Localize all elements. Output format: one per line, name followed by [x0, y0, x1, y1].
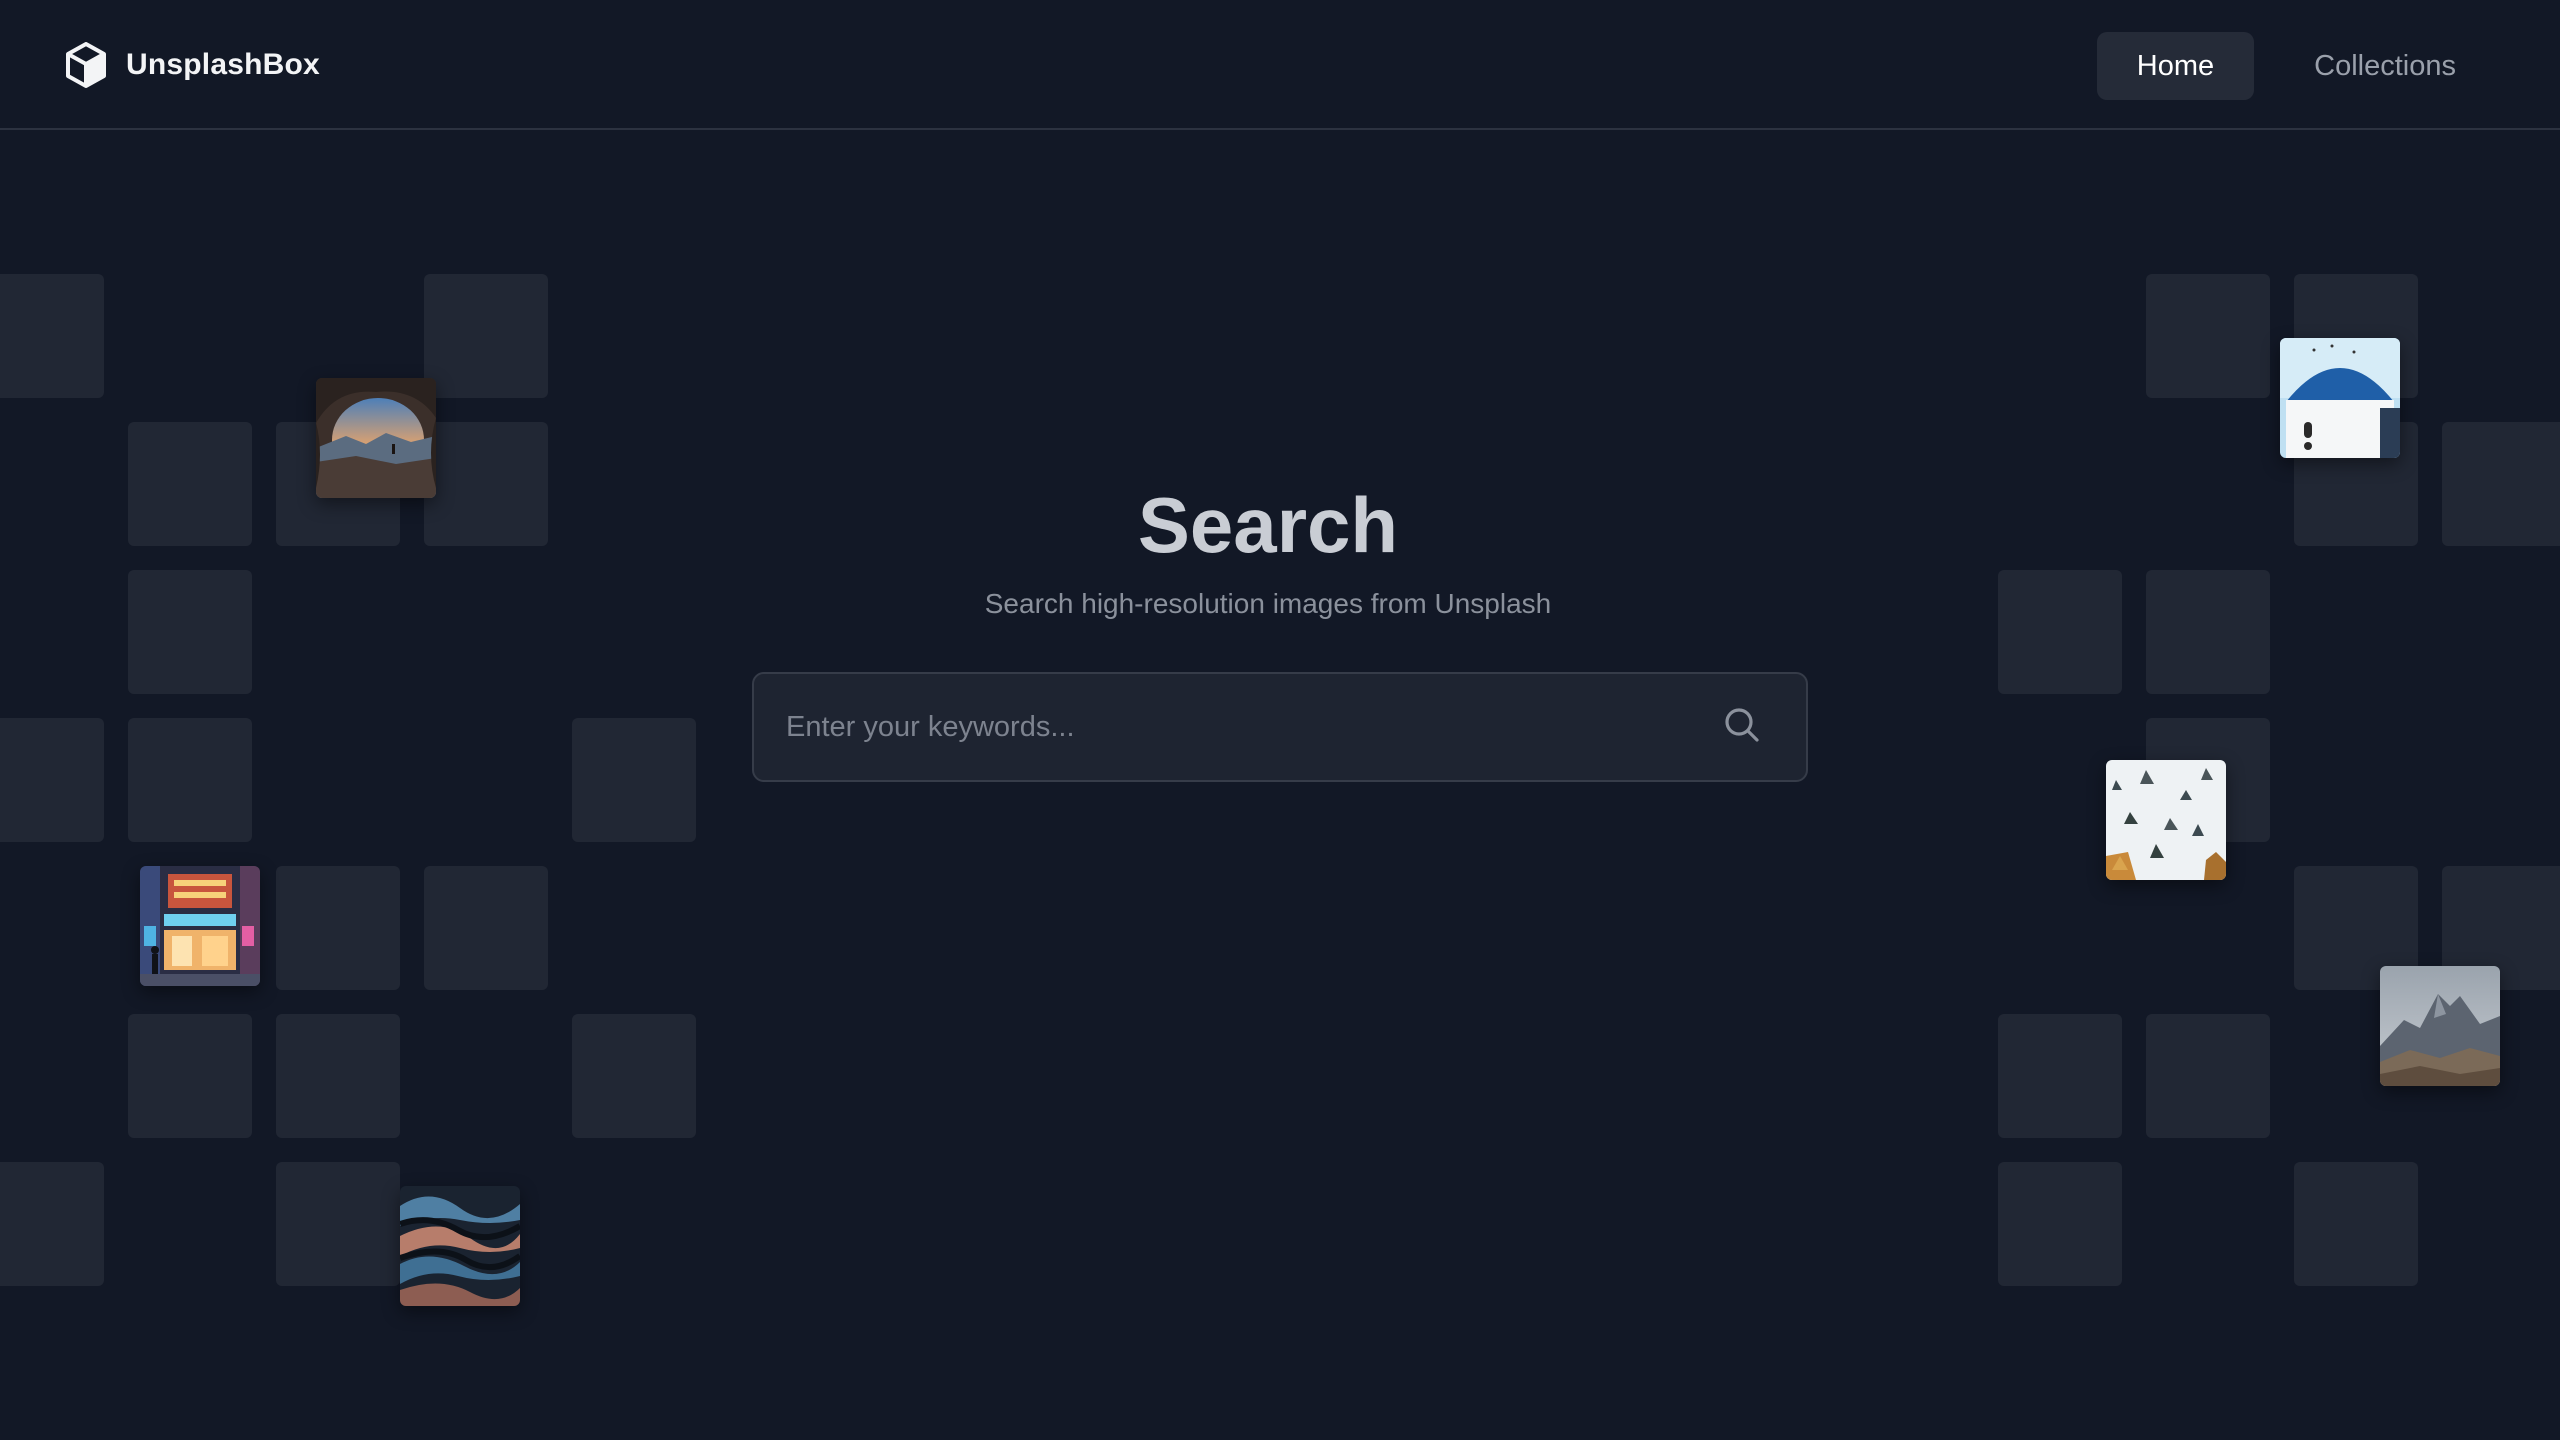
page-title: Search [1137, 481, 1399, 569]
placeholder-tile [424, 274, 548, 398]
nav-home-link[interactable]: Home [2096, 32, 2255, 100]
top-navigation-bar: UnsplashBox Home Collections [0, 0, 2560, 130]
placeholder-tile [2146, 718, 2270, 842]
placeholder-tile [2442, 866, 2560, 990]
search-input[interactable] [754, 674, 1702, 780]
placeholder-tile [1998, 1162, 2122, 1286]
photo-blue-dome [2280, 338, 2400, 458]
brand-logo[interactable]: UnsplashBox [64, 40, 320, 90]
placeholder-tile [2146, 274, 2270, 398]
placeholder-tile [1998, 1014, 2122, 1138]
placeholder-tile [424, 866, 548, 990]
page-subtitle: Search high-resolution images from Unspl… [984, 588, 1552, 619]
placeholder-tile [0, 718, 104, 842]
search-icon [1722, 705, 1762, 750]
placeholder-tile [2294, 274, 2418, 398]
search-bar [752, 672, 1808, 782]
placeholder-tile [572, 718, 696, 842]
placeholder-tile [128, 1014, 252, 1138]
placeholder-tile [128, 718, 252, 842]
placeholder-tile [2294, 1162, 2418, 1286]
photo-abstract-waves [400, 1186, 520, 1306]
main-nav: Home Collections [2096, 32, 2496, 100]
photo-neon-storefront [140, 866, 260, 986]
cube-icon [64, 42, 108, 88]
nav-collections-link[interactable]: Collections [2274, 32, 2496, 100]
placeholder-tile [276, 1162, 400, 1286]
placeholder-tile [0, 1162, 104, 1286]
placeholder-tile [572, 1014, 696, 1138]
search-button[interactable] [1702, 687, 1782, 767]
app-root: UnsplashBox Home Collections Search Sear… [0, 0, 2560, 1440]
placeholder-tile [276, 1014, 400, 1138]
placeholder-tile [0, 274, 104, 398]
photo-snowy-trees [2106, 760, 2226, 880]
placeholder-tile [2146, 1014, 2270, 1138]
placeholder-tile [2294, 866, 2418, 990]
placeholder-tile [276, 866, 400, 990]
brand-name: UnsplashBox [126, 48, 320, 81]
photo-mountain-peak [2380, 966, 2500, 1086]
